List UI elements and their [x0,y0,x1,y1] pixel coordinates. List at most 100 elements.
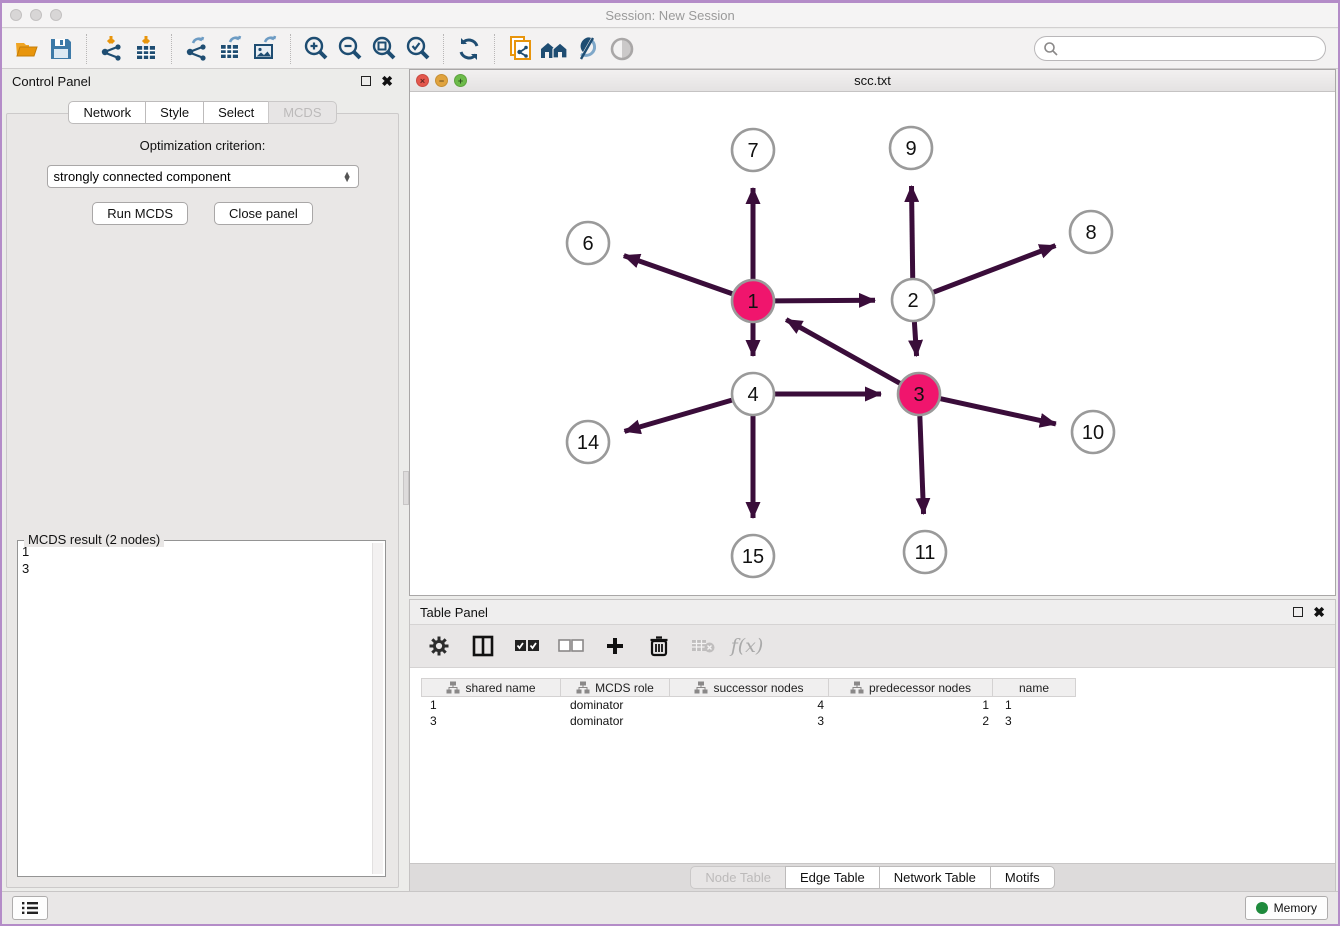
deselect-all-rows-icon[interactable] [556,631,586,661]
close-panel-button[interactable]: Close panel [214,202,313,225]
dropdown-stepper-icon: ▲▼ [343,172,352,182]
edge-3-1[interactable] [786,320,900,384]
criterion-dropdown[interactable]: strongly connected component ▲▼ [47,165,359,188]
import-table-icon[interactable] [129,34,163,64]
node-label-4: 4 [747,384,758,406]
node-label-14: 14 [577,432,599,454]
cell-predecessor-nodes[interactable]: 1 [832,698,997,712]
cell-successor-nodes[interactable]: 4 [672,698,832,712]
delete-column-trash-icon[interactable] [644,631,674,661]
zoom-selected-icon[interactable] [401,34,435,64]
table-settings-gear-icon[interactable] [424,631,454,661]
refresh-icon[interactable] [452,34,486,64]
node-label-2: 2 [907,290,918,312]
mcds-panel: Optimization criterion: strongly connect… [6,113,399,888]
cell-predecessor-nodes[interactable]: 2 [832,714,997,728]
tab-edge-table[interactable]: Edge Table [785,866,880,889]
table-panel-header: Table Panel ✖ [410,600,1335,624]
create-column-icon[interactable] [600,631,630,661]
network-view-window: × − + scc.txt 7968124314101511 [409,69,1336,596]
application-window: Session: New Session [0,0,1340,926]
edge-4-14[interactable] [624,400,731,431]
tab-style[interactable]: Style [145,101,204,124]
edge-2-3[interactable] [914,322,916,356]
column-layout-icon[interactable] [468,631,498,661]
edge-1-2[interactable] [775,300,875,301]
export-network-icon[interactable] [180,34,214,64]
column-label: name [1019,681,1049,695]
float-panel-icon[interactable] [361,76,371,86]
hierarchy-icon [576,681,590,694]
node-label-7: 7 [747,140,758,162]
minimize-view-button[interactable]: − [435,74,448,87]
cell-MCDS-role[interactable]: dominator [562,698,672,712]
cell-name[interactable]: 3 [997,714,1081,728]
control-panel: Control Panel ✖ NetworkStyleSelectMCDS O… [2,69,403,892]
function-builder-icon[interactable]: f(x) [732,631,762,661]
table-tabs: Node TableEdge TableNetwork TableMotifs [410,863,1335,891]
optimization-criterion-label: Optimization criterion: [7,138,398,153]
network-canvas[interactable]: 7968124314101511 [410,92,1335,595]
close-view-button[interactable]: × [416,74,429,87]
cell-shared-name[interactable]: 3 [422,714,562,728]
network-window-titlebar: × − + scc.txt [410,70,1335,92]
tab-network[interactable]: Network [68,101,146,124]
table-row[interactable]: 3dominator323 [422,713,1335,729]
column-header-MCDS-role[interactable]: MCDS role [560,678,670,697]
column-label: predecessor nodes [869,681,971,695]
delete-table-icon[interactable] [688,631,718,661]
save-session-icon[interactable] [44,34,78,64]
import-network-icon[interactable] [95,34,129,64]
main-toolbar [2,29,1338,69]
select-all-rows-icon[interactable] [512,631,542,661]
zoom-in-icon[interactable] [299,34,333,64]
show-all-icon[interactable] [605,34,639,64]
first-neighbors-icon[interactable] [537,34,571,64]
tab-mcds[interactable]: MCDS [268,101,336,124]
cell-successor-nodes[interactable]: 3 [672,714,832,728]
export-image-icon[interactable] [248,34,282,64]
table-row[interactable]: 1dominator411 [422,697,1335,713]
close-panel-icon[interactable]: ✖ [381,76,393,86]
table-close-panel-icon[interactable]: ✖ [1313,607,1325,617]
hide-selection-icon[interactable] [571,34,605,64]
column-header-shared-name[interactable]: shared name [421,678,561,697]
tab-network-table[interactable]: Network Table [879,866,991,889]
column-label: successor nodes [713,681,803,695]
table-panel: Table Panel ✖ [409,599,1336,892]
run-mcds-button[interactable]: Run MCDS [92,202,188,225]
cell-MCDS-role[interactable]: dominator [562,714,672,728]
search-input[interactable] [1034,36,1326,61]
task-list-icon [21,901,39,915]
edge-3-11[interactable] [920,416,924,514]
table-float-panel-icon[interactable] [1293,607,1303,617]
network-graph[interactable]: 7968124314101511 [410,92,1335,596]
cell-name[interactable]: 1 [997,698,1081,712]
edge-2-8[interactable] [934,246,1056,293]
column-header-successor-nodes[interactable]: successor nodes [669,678,829,697]
control-panel-tabs: NetworkStyleSelectMCDS [2,101,403,124]
edge-3-10[interactable] [940,399,1055,424]
result-scrollbar[interactable] [372,543,383,874]
mcds-result-box: MCDS result (2 nodes) 13 [17,540,386,877]
cell-shared-name[interactable]: 1 [422,698,562,712]
zoom-out-icon[interactable] [333,34,367,64]
tab-node-table[interactable]: Node Table [690,866,786,889]
table-panel-title: Table Panel [420,605,488,620]
maximize-view-button[interactable]: + [454,74,467,87]
tab-select[interactable]: Select [203,101,269,124]
criterion-value: strongly connected component [54,169,231,184]
edge-1-6[interactable] [624,256,732,294]
open-session-icon[interactable] [10,34,44,64]
mcds-result-list[interactable]: 13 [22,543,371,874]
column-header-name[interactable]: name [992,678,1076,697]
new-network-from-selection-icon[interactable] [503,34,537,64]
export-table-icon[interactable] [214,34,248,64]
task-history-button[interactable] [12,896,48,920]
memory-button[interactable]: Memory [1245,896,1328,920]
node-table: shared nameMCDS role successor nodes prede… [410,670,1335,863]
zoom-fit-icon[interactable] [367,34,401,64]
edge-2-9[interactable] [912,186,913,278]
column-header-predecessor-nodes[interactable]: predecessor nodes [828,678,993,697]
tab-motifs[interactable]: Motifs [990,866,1055,889]
